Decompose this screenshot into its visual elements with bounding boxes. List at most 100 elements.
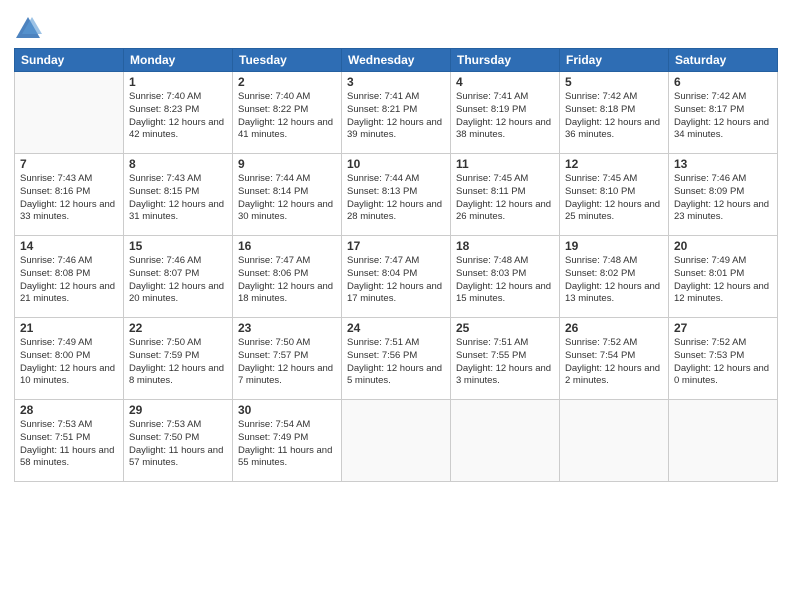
calendar-cell [451, 400, 560, 482]
calendar-cell: 5 Sunrise: 7:42 AMSunset: 8:18 PMDaylight… [560, 72, 669, 154]
calendar-cell: 8 Sunrise: 7:43 AMSunset: 8:15 PMDaylight… [124, 154, 233, 236]
calendar-cell: 17Sunrise: 7:47 AMSunset: 8:04 PMDayligh… [342, 236, 451, 318]
calendar-cell [342, 400, 451, 482]
day-number: 25 [456, 321, 554, 335]
day-info: Sunrise: 7:45 AMSunset: 8:11 PMDaylight:… [456, 173, 554, 224]
calendar-cell: 19Sunrise: 7:48 AMSunset: 8:02 PMDayligh… [560, 236, 669, 318]
day-info: Sunrise: 7:46 AMSunset: 8:07 PMDaylight:… [129, 255, 227, 306]
calendar-cell [669, 400, 778, 482]
week-row: 21 Sunrise: 7:49 AMSunset: 8:00 PMDayligh… [15, 318, 778, 400]
day-number: 24 [347, 321, 445, 335]
day-info: Sunrise: 7:49 AMSunset: 8:00 PMDaylight:… [20, 337, 118, 388]
day-number: 28 [20, 403, 118, 417]
week-row: 28 Sunrise: 7:53 AMSunset: 7:51 PMDayligh… [15, 400, 778, 482]
logo-icon [14, 14, 42, 42]
weekday-header: Tuesday [233, 49, 342, 72]
calendar-cell: 3 Sunrise: 7:41 AMSunset: 8:21 PMDaylight… [342, 72, 451, 154]
day-info: Sunrise: 7:49 AMSunset: 8:01 PMDaylight:… [674, 255, 772, 306]
day-number: 22 [129, 321, 227, 335]
calendar-cell: 10 Sunrise: 7:44 AMSunset: 8:13 PMDayligh… [342, 154, 451, 236]
day-info: Sunrise: 7:42 AMSunset: 8:17 PMDaylight:… [674, 91, 772, 142]
calendar-cell: 9 Sunrise: 7:44 AMSunset: 8:14 PMDaylight… [233, 154, 342, 236]
day-info: Sunrise: 7:48 AMSunset: 8:03 PMDaylight:… [456, 255, 554, 306]
calendar-cell: 20 Sunrise: 7:49 AMSunset: 8:01 PMDayligh… [669, 236, 778, 318]
day-number: 13 [674, 157, 772, 171]
header [14, 10, 778, 42]
day-info: Sunrise: 7:46 AMSunset: 8:09 PMDaylight:… [674, 173, 772, 224]
weekday-header: Friday [560, 49, 669, 72]
day-number: 16 [238, 239, 336, 253]
calendar-cell: 27Sunrise: 7:52 AMSunset: 7:53 PMDayligh… [669, 318, 778, 400]
calendar-cell: 25Sunrise: 7:51 AMSunset: 7:55 PMDayligh… [451, 318, 560, 400]
day-number: 27 [674, 321, 772, 335]
calendar-cell: 21 Sunrise: 7:49 AMSunset: 8:00 PMDayligh… [15, 318, 124, 400]
calendar-cell [15, 72, 124, 154]
day-number: 5 [565, 75, 663, 89]
day-info: Sunrise: 7:53 AMSunset: 7:50 PMDaylight:… [129, 419, 227, 470]
calendar-cell: 28 Sunrise: 7:53 AMSunset: 7:51 PMDayligh… [15, 400, 124, 482]
day-number: 9 [238, 157, 336, 171]
day-info: Sunrise: 7:45 AMSunset: 8:10 PMDaylight:… [565, 173, 663, 224]
day-info: Sunrise: 7:40 AMSunset: 8:23 PMDaylight:… [129, 91, 227, 142]
calendar-cell: 30Sunrise: 7:54 AMSunset: 7:49 PMDayligh… [233, 400, 342, 482]
day-info: Sunrise: 7:48 AMSunset: 8:02 PMDaylight:… [565, 255, 663, 306]
day-number: 7 [20, 157, 118, 171]
day-number: 12 [565, 157, 663, 171]
day-info: Sunrise: 7:44 AMSunset: 8:14 PMDaylight:… [238, 173, 336, 224]
day-info: Sunrise: 7:50 AMSunset: 7:59 PMDaylight:… [129, 337, 227, 388]
calendar-cell: 24 Sunrise: 7:51 AMSunset: 7:56 PMDayligh… [342, 318, 451, 400]
day-number: 20 [674, 239, 772, 253]
day-info: Sunrise: 7:47 AMSunset: 8:04 PMDaylight:… [347, 255, 445, 306]
calendar-cell: 23Sunrise: 7:50 AMSunset: 7:57 PMDayligh… [233, 318, 342, 400]
calendar-cell: 22 Sunrise: 7:50 AMSunset: 7:59 PMDayligh… [124, 318, 233, 400]
day-info: Sunrise: 7:51 AMSunset: 7:56 PMDaylight:… [347, 337, 445, 388]
calendar-cell: 13 Sunrise: 7:46 AMSunset: 8:09 PMDayligh… [669, 154, 778, 236]
day-number: 14 [20, 239, 118, 253]
weekday-header: Saturday [669, 49, 778, 72]
calendar-cell: 4 Sunrise: 7:41 AMSunset: 8:19 PMDaylight… [451, 72, 560, 154]
day-number: 15 [129, 239, 227, 253]
day-number: 8 [129, 157, 227, 171]
day-number: 6 [674, 75, 772, 89]
day-info: Sunrise: 7:41 AMSunset: 8:21 PMDaylight:… [347, 91, 445, 142]
day-info: Sunrise: 7:40 AMSunset: 8:22 PMDaylight:… [238, 91, 336, 142]
day-info: Sunrise: 7:41 AMSunset: 8:19 PMDaylight:… [456, 91, 554, 142]
calendar-cell: 2 Sunrise: 7:40 AMSunset: 8:22 PMDaylight… [233, 72, 342, 154]
weekday-header: Monday [124, 49, 233, 72]
calendar-cell: 11 Sunrise: 7:45 AMSunset: 8:11 PMDayligh… [451, 154, 560, 236]
day-number: 10 [347, 157, 445, 171]
day-number: 11 [456, 157, 554, 171]
day-number: 1 [129, 75, 227, 89]
week-row: 7 Sunrise: 7:43 AMSunset: 8:16 PMDaylight… [15, 154, 778, 236]
weekday-header: Wednesday [342, 49, 451, 72]
day-number: 23 [238, 321, 336, 335]
calendar: SundayMondayTuesdayWednesdayThursdayFrid… [14, 48, 778, 482]
day-info: Sunrise: 7:46 AMSunset: 8:08 PMDaylight:… [20, 255, 118, 306]
calendar-cell: 7 Sunrise: 7:43 AMSunset: 8:16 PMDaylight… [15, 154, 124, 236]
weekday-header: Sunday [15, 49, 124, 72]
weekday-header-row: SundayMondayTuesdayWednesdayThursdayFrid… [15, 49, 778, 72]
day-info: Sunrise: 7:43 AMSunset: 8:16 PMDaylight:… [20, 173, 118, 224]
day-number: 4 [456, 75, 554, 89]
calendar-cell: 26 Sunrise: 7:52 AMSunset: 7:54 PMDayligh… [560, 318, 669, 400]
page: SundayMondayTuesdayWednesdayThursdayFrid… [0, 0, 792, 612]
day-info: Sunrise: 7:52 AMSunset: 7:54 PMDaylight:… [565, 337, 663, 388]
day-number: 3 [347, 75, 445, 89]
calendar-cell: 18Sunrise: 7:48 AMSunset: 8:03 PMDayligh… [451, 236, 560, 318]
day-info: Sunrise: 7:47 AMSunset: 8:06 PMDaylight:… [238, 255, 336, 306]
day-info: Sunrise: 7:43 AMSunset: 8:15 PMDaylight:… [129, 173, 227, 224]
day-number: 26 [565, 321, 663, 335]
calendar-cell: 15 Sunrise: 7:46 AMSunset: 8:07 PMDayligh… [124, 236, 233, 318]
day-info: Sunrise: 7:53 AMSunset: 7:51 PMDaylight:… [20, 419, 118, 470]
calendar-cell: 6 Sunrise: 7:42 AMSunset: 8:17 PMDaylight… [669, 72, 778, 154]
logo [14, 14, 45, 42]
day-number: 21 [20, 321, 118, 335]
day-info: Sunrise: 7:42 AMSunset: 8:18 PMDaylight:… [565, 91, 663, 142]
day-info: Sunrise: 7:44 AMSunset: 8:13 PMDaylight:… [347, 173, 445, 224]
calendar-cell: 14 Sunrise: 7:46 AMSunset: 8:08 PMDayligh… [15, 236, 124, 318]
week-row: 1 Sunrise: 7:40 AMSunset: 8:23 PMDaylight… [15, 72, 778, 154]
week-row: 14 Sunrise: 7:46 AMSunset: 8:08 PMDayligh… [15, 236, 778, 318]
day-number: 2 [238, 75, 336, 89]
calendar-cell: 12 Sunrise: 7:45 AMSunset: 8:10 PMDayligh… [560, 154, 669, 236]
day-number: 30 [238, 403, 336, 417]
